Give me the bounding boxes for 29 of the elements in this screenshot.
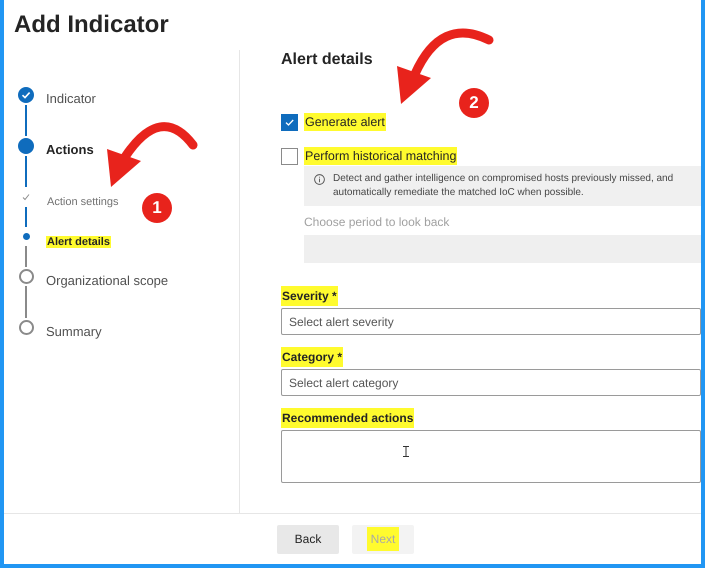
callout-badge: 2: [459, 88, 489, 118]
period-field[interactable]: [304, 235, 701, 263]
field-label: Category *: [281, 347, 344, 367]
text-cursor-icon: [403, 446, 409, 457]
select-field[interactable]: Select alert category: [281, 369, 701, 396]
placeholder-text: Select alert category: [289, 374, 398, 392]
wizard-button[interactable]: Back: [277, 524, 339, 554]
checkbox[interactable]: [281, 148, 298, 164]
select-field[interactable]: Select alert severity: [281, 308, 701, 335]
step-label: Action settings: [46, 196, 120, 208]
callout-badge: 1: [142, 193, 172, 223]
info-icon: [314, 174, 325, 185]
step-label: Alert details: [46, 236, 111, 248]
check-icon: [284, 116, 295, 128]
field-label: Recommended actions: [281, 408, 414, 428]
checkbox[interactable]: [281, 114, 298, 130]
step-label: Summary: [46, 324, 102, 339]
step-label: Indicator: [46, 91, 96, 106]
page-title: Add Indicator: [14, 10, 170, 40]
field-label: Choose period to look back: [304, 214, 450, 230]
placeholder-text: Select alert severity: [289, 314, 394, 330]
text-area[interactable]: [281, 430, 701, 483]
checkbox-label: Generate alert: [304, 113, 386, 131]
section-title: Alert details: [281, 50, 374, 70]
field-label: Severity *: [281, 286, 338, 306]
info-text: Detect and gather intelligence on compromised hosts previously missed, and automatically remediate the matched IoC when possible.: [333, 172, 674, 200]
step-label: Organizational scope: [46, 273, 168, 288]
step-label: Actions: [46, 142, 94, 157]
checkbox-label: Perform historical matching: [304, 147, 458, 165]
